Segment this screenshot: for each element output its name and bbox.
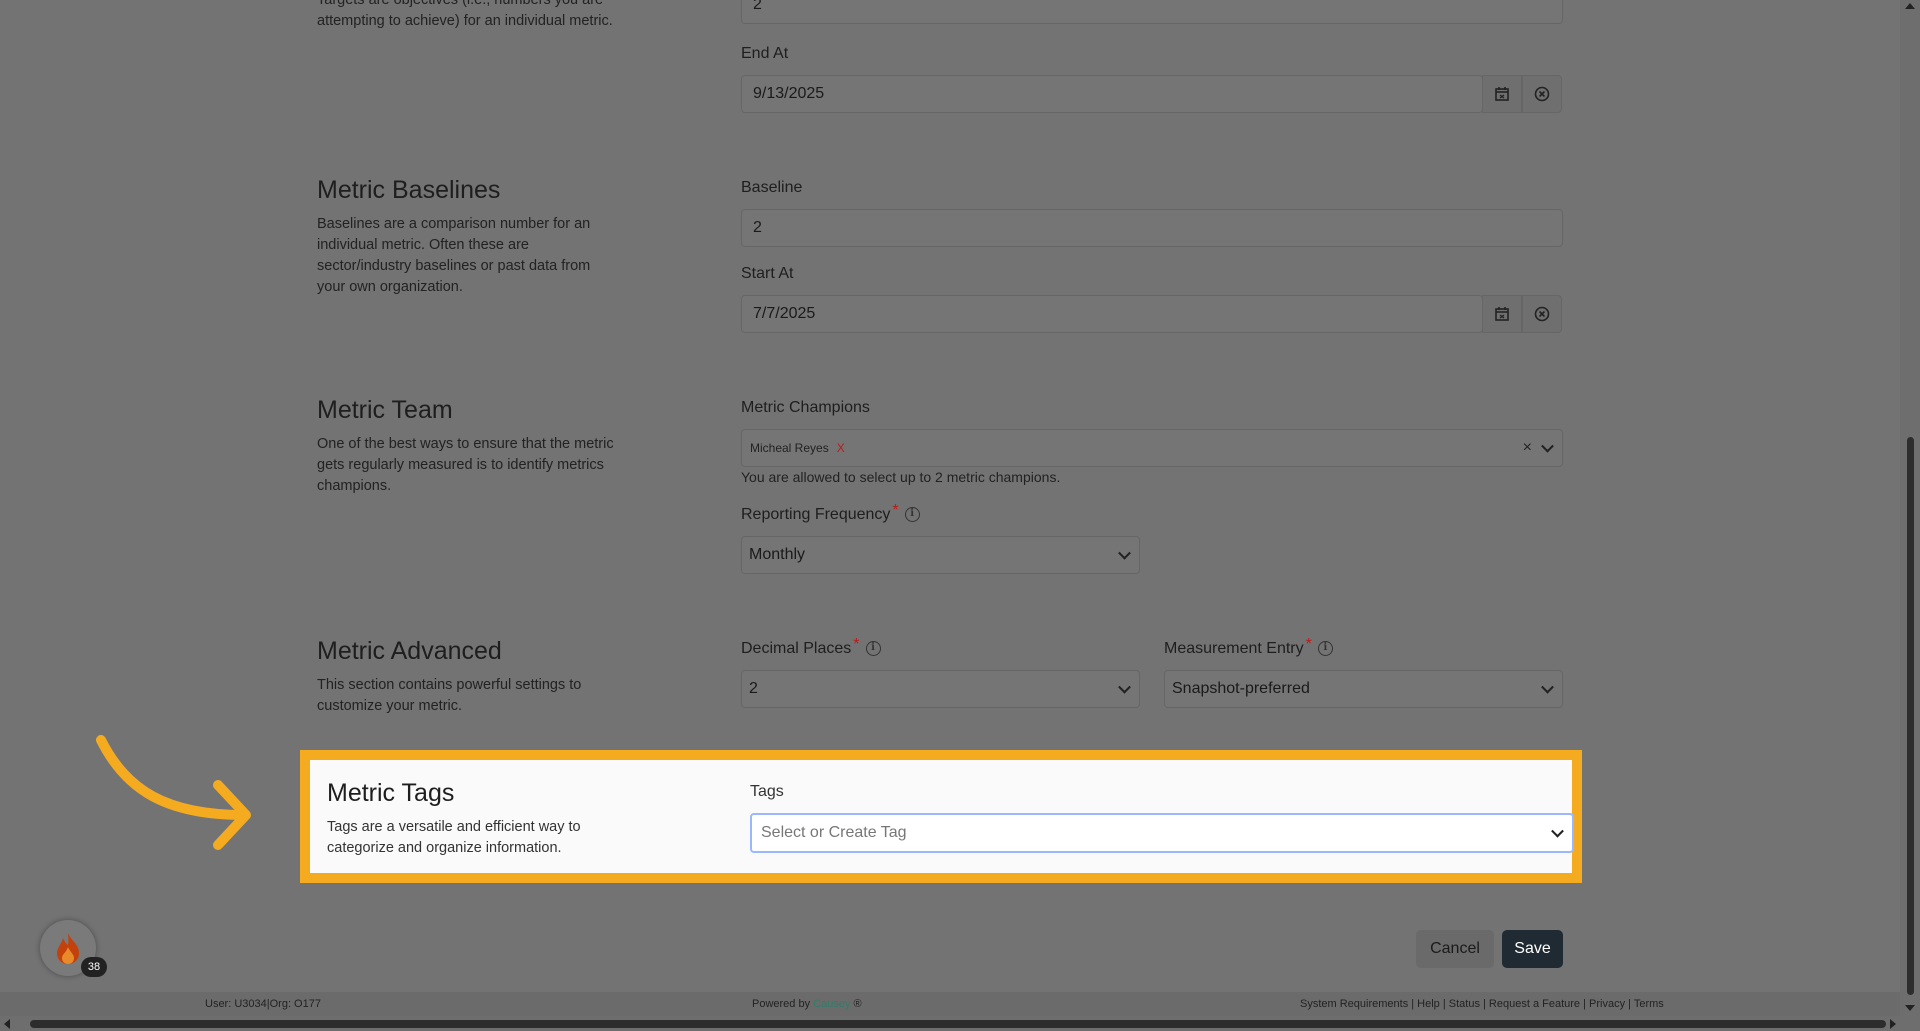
start-at-label: Start At <box>741 265 794 282</box>
tags-label: Tags <box>750 783 784 800</box>
horizontal-scrollbar[interactable] <box>0 1016 1900 1031</box>
scroll-down-arrow-icon[interactable] <box>1905 1005 1915 1011</box>
horizontal-scroll-thumb[interactable] <box>30 1020 1886 1028</box>
footer: User: U3034|Org: O177 Powered by Causey … <box>0 992 1900 1016</box>
tags-select[interactable]: Select or Create Tag <box>750 813 1574 853</box>
footer-user-info: User: U3034|Org: O177 <box>205 998 321 1010</box>
required-asterisk: * <box>892 502 899 519</box>
target-input[interactable]: 2 <box>741 0 1563 24</box>
calendar-icon <box>1495 307 1509 321</box>
chevron-down-icon <box>1118 680 1131 694</box>
clear-circle-icon <box>1534 86 1550 102</box>
advanced-description: This section contains powerful settings … <box>317 677 582 714</box>
entry-select[interactable]: Snapshot-preferred <box>1164 670 1563 708</box>
chevron-down-icon <box>1551 824 1564 838</box>
chevron-down-icon[interactable] <box>1541 439 1554 453</box>
footer-powered-by: Powered by Causey ® <box>752 998 862 1010</box>
chevron-down-icon <box>1118 546 1131 560</box>
team-title: Metric Team <box>317 396 453 424</box>
decimal-label: Decimal Places * i <box>741 636 881 658</box>
calendar-icon <box>1495 87 1509 101</box>
cancel-button[interactable]: Cancel <box>1416 930 1494 968</box>
vertical-scroll-thumb[interactable] <box>1907 437 1914 995</box>
end-at-clear-button[interactable] <box>1522 75 1562 113</box>
baselines-title: Metric Baselines <box>317 176 501 204</box>
frequency-select[interactable]: Monthly <box>741 536 1140 574</box>
champions-select[interactable]: Micheal Reyes X × <box>741 429 1563 467</box>
advanced-title: Metric Advanced <box>317 637 502 665</box>
targets-description: Targets are objectives (i.e., numbers yo… <box>317 0 613 29</box>
fire-icon <box>57 933 79 964</box>
vertical-scrollbar[interactable] <box>1900 0 1920 1016</box>
champion-tag: Micheal Reyes <box>750 441 829 455</box>
baseline-input[interactable]: 2 <box>741 209 1563 247</box>
scroll-left-arrow-icon[interactable] <box>4 1019 10 1029</box>
champions-label: Metric Champions <box>741 399 870 416</box>
clear-circle-icon <box>1534 306 1550 322</box>
start-at-calendar-button[interactable] <box>1482 295 1522 333</box>
team-description: One of the best ways to ensure that the … <box>317 436 614 494</box>
champion-remove-button[interactable]: X <box>837 441 845 455</box>
decimal-select[interactable]: 2 <box>741 670 1140 708</box>
clear-icon[interactable]: × <box>1523 439 1532 457</box>
start-at-input[interactable]: 7/7/2025 <box>741 295 1483 333</box>
scrollbar-corner <box>1900 1016 1920 1031</box>
baseline-label: Baseline <box>741 179 803 196</box>
required-asterisk: * <box>1305 636 1312 653</box>
required-asterisk: * <box>853 636 860 653</box>
chevron-down-icon <box>1541 680 1554 694</box>
info-icon[interactable]: i <box>904 507 920 523</box>
footer-links[interactable]: System Requirements | Help | Status | Re… <box>1300 998 1664 1010</box>
end-at-label: End At <box>741 45 789 62</box>
champions-hint: You are allowed to select up to 2 metric… <box>741 469 1061 485</box>
pointer-arrow-icon <box>96 735 251 850</box>
end-at-calendar-button[interactable] <box>1482 75 1522 113</box>
baselines-description: Baselines are a comparison number for an… <box>317 216 591 295</box>
streak-count: 38 <box>81 957 107 977</box>
start-at-clear-button[interactable] <box>1522 295 1562 333</box>
tags-description: Tags are a versatile and efficient way t… <box>327 819 581 856</box>
tags-highlight-box: Metric Tags Tags are a versatile and eff… <box>300 750 1582 883</box>
scroll-right-arrow-icon[interactable] <box>1890 1019 1896 1029</box>
tags-title: Metric Tags <box>327 779 455 807</box>
scroll-up-arrow-icon[interactable] <box>1905 3 1915 9</box>
save-button[interactable]: Save <box>1502 930 1563 968</box>
frequency-label: Reporting Frequency * i <box>741 502 920 524</box>
metric-form-page: Targets are objectives (i.e., numbers yo… <box>0 0 1900 1031</box>
entry-label: Measurement Entry * i <box>1164 636 1333 658</box>
causey-link[interactable]: Causey <box>813 998 850 1010</box>
end-at-input[interactable]: 9/13/2025 <box>741 75 1483 113</box>
info-icon[interactable]: i <box>1317 641 1333 657</box>
info-icon[interactable]: i <box>865 641 881 657</box>
